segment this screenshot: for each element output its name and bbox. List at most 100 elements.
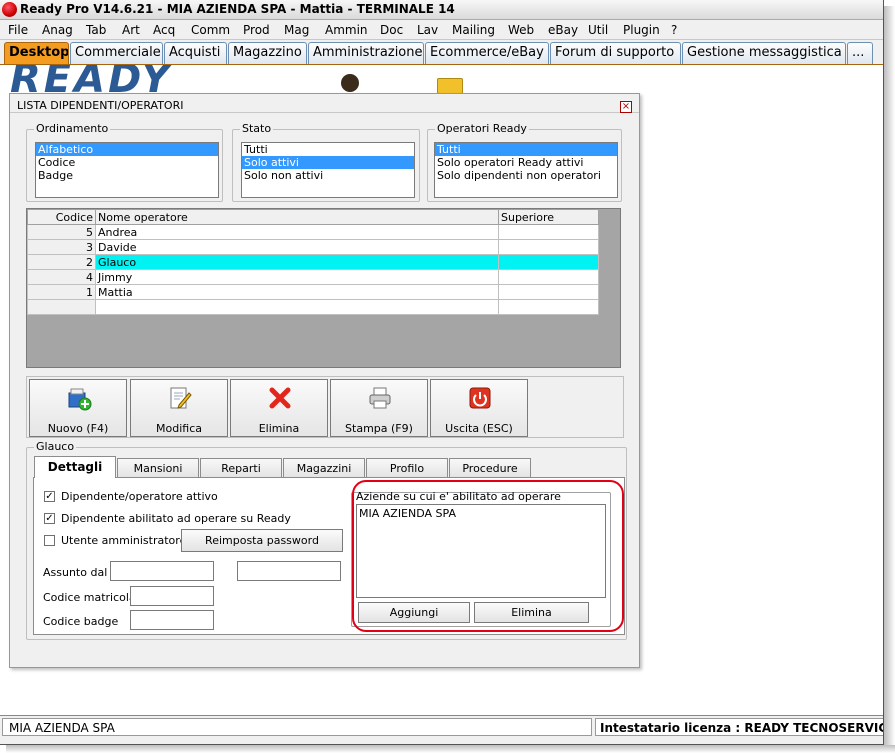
stato-option[interactable]: Solo non attivi — [242, 169, 414, 182]
cell-name[interactable]: Jimmy — [95, 269, 499, 285]
menu-ebay[interactable]: eBay — [548, 23, 578, 37]
col-header-code[interactable]: Codice — [27, 209, 96, 225]
app-window: Ready Pro V14.6.21 - MIA AZIENDA SPA - M… — [0, 0, 884, 745]
cell-name[interactable]: Davide — [95, 239, 499, 255]
menu-prod[interactable]: Prod — [243, 23, 270, 37]
stato-list[interactable]: Tutti Solo attivi Solo non attivi — [241, 142, 415, 198]
menu-file[interactable]: File — [8, 23, 28, 37]
menu-tab[interactable]: Tab — [86, 23, 106, 37]
app-tab-commerciale[interactable]: Commerciale — [70, 42, 163, 64]
app-tab-ecommerce[interactable]: Ecommerce/eBay — [425, 42, 549, 64]
assunto-date-to-field[interactable] — [237, 561, 341, 581]
matricola-field[interactable] — [130, 586, 214, 606]
matricola-label: Codice matricola — [43, 591, 136, 604]
cell-code: 1 — [27, 284, 96, 300]
col-header-name[interactable]: Nome operatore — [95, 209, 499, 225]
table-row[interactable]: 5 Andrea — [27, 224, 599, 240]
cell-code — [27, 299, 96, 315]
delete-button-label: Elimina — [258, 422, 300, 435]
tab-mansioni[interactable]: Mansioni — [117, 458, 199, 477]
tab-procedure[interactable]: Procedure — [449, 458, 531, 477]
menu-mailing[interactable]: Mailing — [452, 23, 495, 37]
ordinamento-label: Ordinamento — [34, 122, 111, 135]
new-button[interactable]: Nuovo (F4) — [29, 379, 127, 437]
menu-mag[interactable]: Mag — [284, 23, 309, 37]
table-row-new[interactable] — [27, 299, 599, 315]
reset-password-button[interactable]: Reimposta password — [181, 529, 343, 552]
menu-lav[interactable]: Lav — [417, 23, 438, 37]
window-title: Ready Pro V14.6.21 - MIA AZIENDA SPA - M… — [20, 2, 455, 16]
operator-desktop-icon[interactable] — [341, 74, 359, 92]
window-shadow-right — [884, 6, 895, 753]
cell-superiore[interactable] — [498, 269, 599, 285]
cell-code: 5 — [27, 224, 96, 240]
cell-superiore[interactable] — [498, 284, 599, 300]
operatori-option[interactable]: Solo operatori Ready attivi — [435, 156, 617, 169]
admin-checkbox[interactable] — [44, 535, 55, 546]
print-button[interactable]: Stampa (F9) — [330, 379, 428, 437]
col-header-superiore[interactable]: Superiore — [498, 209, 599, 225]
menu-util[interactable]: Util — [588, 23, 608, 37]
operatori-option[interactable]: Tutti — [435, 143, 617, 156]
delete-button[interactable]: Elimina — [230, 379, 328, 437]
menu-web[interactable]: Web — [508, 23, 534, 37]
active-checkbox-label: Dipendente/operatore attivo — [61, 490, 218, 503]
app-tab-forum[interactable]: Forum di supporto — [550, 42, 681, 64]
menu-acq[interactable]: Acq — [153, 23, 175, 37]
edit-button[interactable]: Modifica — [130, 379, 228, 437]
menu-help[interactable]: ? — [671, 23, 677, 37]
menu-plugin[interactable]: Plugin — [623, 23, 660, 37]
stato-group: Stato Tutti Solo attivi Solo non attivi — [232, 122, 420, 202]
cell-superiore[interactable] — [498, 254, 599, 270]
menu-doc[interactable]: Doc — [380, 23, 403, 37]
cell-name[interactable]: Mattia — [95, 284, 499, 300]
ordinamento-list[interactable]: Alfabetico Codice Badge — [35, 142, 219, 198]
cell-superiore[interactable] — [498, 224, 599, 240]
app-tab-acquisti[interactable]: Acquisti — [164, 42, 227, 64]
app-tab-magazzino[interactable]: Magazzino — [228, 42, 307, 64]
table-row[interactable]: 3 Davide — [27, 239, 599, 255]
menu-art[interactable]: Art — [122, 23, 140, 37]
dialog-title-bar: LISTA DIPENDENTI/OPERATORI × — [10, 94, 639, 113]
stato-option[interactable]: Solo attivi — [242, 156, 414, 169]
ready-enabled-checkbox[interactable]: ✓ — [44, 513, 55, 524]
assunto-date-field[interactable] — [110, 561, 214, 581]
edit-icon — [170, 387, 192, 409]
active-checkbox[interactable]: ✓ — [44, 491, 55, 502]
ordinamento-option[interactable]: Alfabetico — [36, 143, 218, 156]
red-highlight-annotation — [352, 480, 624, 632]
menu-ammin[interactable]: Ammin — [325, 23, 368, 37]
badge-field[interactable] — [130, 610, 214, 630]
cell-name[interactable] — [95, 299, 499, 315]
app-tab-messaggistica[interactable]: Gestione messaggistica — [682, 42, 846, 64]
app-tab-desktop[interactable]: Desktop — [4, 42, 69, 64]
table-row[interactable]: 1 Mattia — [27, 284, 599, 300]
exit-icon — [469, 387, 491, 409]
cell-superiore[interactable] — [498, 239, 599, 255]
tab-profilo[interactable]: Profilo — [366, 458, 448, 477]
tab-magazzini[interactable]: Magazzini — [283, 458, 365, 477]
detail-group-label: Glauco — [34, 440, 77, 453]
tab-dettagli[interactable]: Dettagli — [34, 456, 116, 478]
menu-comm[interactable]: Comm — [191, 23, 230, 37]
printer-icon — [369, 387, 391, 409]
cell-name[interactable]: Andrea — [95, 224, 499, 240]
cell-superiore[interactable] — [498, 299, 599, 315]
close-icon[interactable]: × — [620, 101, 632, 113]
ordinamento-option[interactable]: Codice — [36, 156, 218, 169]
app-tab-more[interactable]: ... — [847, 42, 873, 64]
operatori-list[interactable]: Tutti Solo operatori Ready attivi Solo d… — [434, 142, 618, 198]
operators-grid[interactable]: Codice Nome operatore Superiore 5 Andrea… — [26, 208, 621, 368]
stato-option[interactable]: Tutti — [242, 143, 414, 156]
ordinamento-option[interactable]: Badge — [36, 169, 218, 182]
tab-reparti[interactable]: Reparti — [200, 458, 282, 477]
table-row[interactable]: 4 Jimmy — [27, 269, 599, 285]
operatori-option[interactable]: Solo dipendenti non operatori — [435, 169, 617, 182]
app-tab-amministrazione[interactable]: Amministrazione — [308, 42, 424, 64]
new-button-label: Nuovo (F4) — [47, 422, 109, 435]
cell-name[interactable]: Glauco — [95, 254, 499, 270]
folder-desktop-icon[interactable] — [437, 78, 463, 94]
menu-anag[interactable]: Anag — [42, 23, 73, 37]
exit-button[interactable]: Uscita (ESC) — [430, 379, 528, 437]
table-row-selected[interactable]: 2 Glauco — [27, 254, 599, 270]
